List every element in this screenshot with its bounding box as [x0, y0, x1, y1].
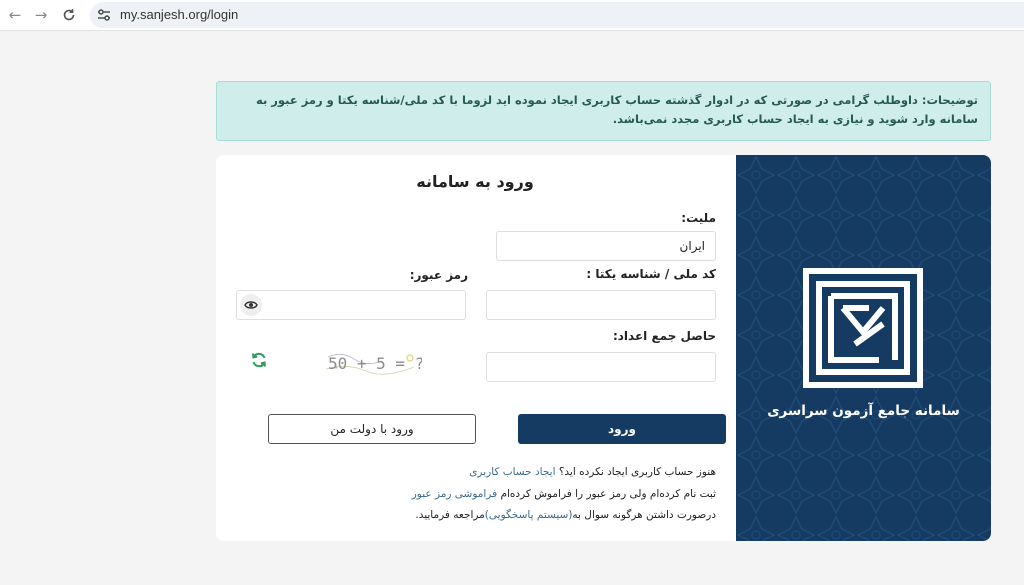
gov-login-button[interactable]: ورود با دولت من: [268, 414, 476, 444]
logo-icon: [809, 274, 917, 382]
captcha-answer-input[interactable]: [486, 352, 716, 382]
reload-button[interactable]: [58, 4, 80, 26]
login-button[interactable]: ورود: [518, 414, 726, 444]
forgot-text: ثبت نام کرده‌ام ولی رمز عبور را فراموش ک…: [500, 488, 716, 500]
create-account-link[interactable]: ایجاد حساب کاربری: [469, 466, 555, 478]
browser-toolbar: ← → my.sanjesh.org/login: [0, 0, 1024, 31]
notice-banner: توضیحات: داوطلب گرامی در صورتی که در ادو…: [216, 81, 991, 141]
arrow-right-icon: →: [34, 6, 48, 24]
captcha-text: 50 + 5 = ?: [328, 354, 422, 373]
nationality-label: ملیت:: [681, 211, 716, 225]
sum-label: حاصل جمع اعداد:: [612, 329, 716, 343]
url-text: my.sanjesh.org/login: [120, 7, 239, 22]
help-no-account: هنوز حساب کاربری ایجاد نکرده اید؟ ایجاد …: [469, 466, 716, 478]
question-prefix: درصورت داشتن هرگونه سوال به: [572, 509, 716, 521]
national-code-label: کد ملی / شناسه یکتا :: [586, 267, 716, 281]
password-label: رمز عبور:: [409, 268, 468, 282]
nationality-select[interactable]: [496, 231, 716, 261]
show-password-button[interactable]: [240, 294, 262, 316]
help-support: درصورت داشتن هرگونه سوال به(سیستم پاسخگو…: [415, 509, 716, 521]
arrow-left-icon: ←: [8, 6, 22, 24]
notice-text: توضیحات: داوطلب گرامی در صورتی که در ادو…: [256, 93, 978, 126]
eye-icon: [244, 301, 258, 309]
support-system-link[interactable]: (سیستم پاسخگویی): [485, 509, 573, 521]
tune-icon[interactable]: [96, 7, 112, 23]
forward-button[interactable]: →: [30, 4, 52, 26]
no-account-text: هنوز حساب کاربری ایجاد نکرده اید؟: [558, 466, 716, 478]
refresh-icon[interactable]: [250, 351, 268, 369]
captcha-image: 50 + 5 = ?: [325, 354, 422, 375]
national-code-input[interactable]: [486, 290, 716, 320]
help-forgot: ثبت نام کرده‌ام ولی رمز عبور را فراموش ک…: [412, 488, 716, 500]
sanjesh-logo: [803, 268, 923, 388]
forgot-password-link[interactable]: فراموشی رمز عبور: [412, 488, 497, 500]
back-button[interactable]: ←: [4, 4, 26, 26]
page-title: ورود به سامانه: [416, 172, 534, 191]
question-suffix: مراجعه فرمایید.: [415, 509, 485, 521]
reload-icon: [63, 9, 75, 21]
password-input[interactable]: [236, 290, 466, 320]
address-bar[interactable]: my.sanjesh.org/login: [90, 2, 1024, 28]
brand-title: سامانه جامع آزمون سراسری: [767, 403, 960, 419]
